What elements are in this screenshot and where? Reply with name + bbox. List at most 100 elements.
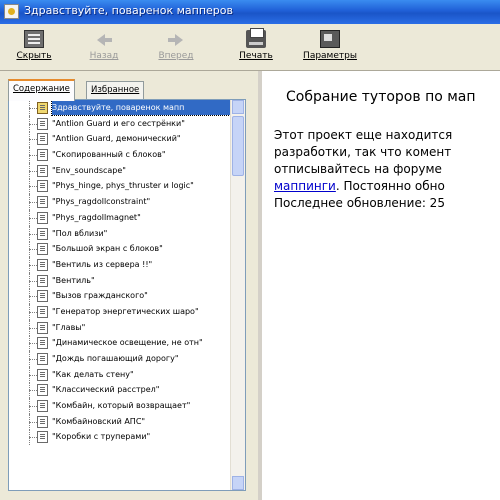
help-topic-page-icon (37, 243, 48, 256)
printer-icon (246, 28, 266, 48)
help-topic-page-icon (37, 321, 48, 334)
help-topic-page-icon (37, 400, 48, 413)
topic-body: Этот проект еще находится разработки, та… (274, 127, 500, 212)
forward-label: Вперед (158, 51, 194, 61)
tree-item-label: "Динамическое освещение, не отн" (52, 338, 203, 348)
help-topic-page-icon (37, 384, 48, 397)
forward-arrow-icon (166, 30, 186, 48)
tree-item[interactable]: "Вентиль" (9, 272, 233, 289)
tree-item[interactable]: "Antlion Guard, демонический" (9, 131, 233, 148)
help-topic-page-icon (37, 431, 48, 444)
tree-item-label: "Phys_hinge, phys_thruster и logic" (52, 181, 194, 191)
hide-button[interactable]: Скрыть (6, 30, 62, 68)
help-topic-page-icon (37, 180, 48, 193)
topic-pane: Собрание туторов по мап Этот проект еще … (262, 71, 500, 500)
tree-item[interactable]: "Вентиль из сервера !!" (9, 256, 233, 273)
tree-list: Здравствуйте, поваренок мапп "Antlion Gua… (9, 100, 233, 446)
tree-item-label: "Комбайн, который возвращает" (52, 401, 191, 411)
tree-item-label: "Вентиль из сервера !!" (52, 259, 153, 269)
tree-item-label: "Комбайновский АПС" (52, 416, 146, 426)
tree-item-label: "Phys_ragdollmagnet" (52, 212, 141, 222)
help-topic-page-icon (37, 149, 48, 162)
back-label: Назад (89, 51, 119, 61)
tree-item-label: "Классический расстрел" (52, 385, 160, 395)
print-label: Печать (239, 51, 273, 61)
help-topic-page-icon (37, 415, 48, 428)
tree-item[interactable]: "Cкопированный с блоков" (9, 147, 233, 164)
scroll-down-arrow[interactable] (232, 476, 244, 490)
tree-item[interactable]: "Комбайн, который возвращает" (9, 398, 233, 415)
tree-item[interactable]: "Как делать стену" (9, 366, 233, 383)
navigation-pane: Содержание Избранное Здравствуйте, повар… (0, 71, 258, 500)
window-title: Здравствуйте, поваренок мапперов (24, 4, 233, 17)
tree-item-label: "Cкопированный с блоков" (52, 150, 166, 160)
tree-item[interactable]: "Большой экран с блоков" (9, 241, 233, 258)
tree-item[interactable]: "Дождь погашающий дорогу" (9, 351, 233, 367)
help-app-icon (4, 4, 19, 19)
back-button[interactable]: Назад (76, 30, 132, 68)
tree-item-label: "Генератор энергетических шаро" (52, 306, 199, 316)
help-topic-page-icon (37, 274, 48, 287)
help-topic-page-icon (37, 117, 48, 130)
topic-line-3: отписывайтесь на форуме (274, 162, 442, 176)
tree-item[interactable]: "Пол вблизи" (9, 225, 233, 242)
tree-item-label: "Env_soundscape" (52, 165, 126, 175)
tree-item-label: "Как делать стену" (52, 369, 134, 379)
tree-item[interactable]: "Вызов гражданского" (9, 288, 233, 305)
forward-button[interactable]: Вперед (148, 30, 204, 68)
scroll-thumb[interactable] (232, 116, 244, 176)
contents-tree[interactable]: Здравствуйте, поваренок мапп "Antlion Gua… (8, 99, 246, 491)
forum-link[interactable]: маппинги (274, 179, 336, 193)
tree-item-selected[interactable]: Здравствуйте, поваренок мапп (9, 100, 233, 116)
help-topic-home-icon (37, 102, 48, 114)
tree-item-label: "Большой экран с блоков" (52, 244, 163, 254)
tree-item[interactable]: "Phys_ragdollmagnet" (9, 209, 233, 226)
tree-item[interactable]: "Динамическое освещение, не отн" (9, 335, 233, 352)
help-topic-page-icon (37, 290, 48, 303)
options-label: Параметры (303, 51, 357, 61)
tree-item-label: "Вызов гражданского" (52, 291, 148, 301)
tree-item[interactable]: "Генератор энергетических шаро" (9, 303, 233, 320)
options-icon (320, 30, 340, 48)
help-topic-page-icon (37, 368, 48, 381)
tab-favorites[interactable]: Избранное (86, 81, 145, 99)
tree-item[interactable]: "Phys_hinge, phys_thruster и logic" (9, 178, 233, 195)
tree-item[interactable]: "Классический расстрел" (9, 382, 233, 399)
print-button[interactable]: Печать (228, 28, 284, 68)
tree-item-label: "Главы" (52, 322, 86, 332)
help-topic-page-icon (37, 258, 48, 271)
tree-scrollbar[interactable] (230, 100, 245, 490)
options-button[interactable]: Параметры (302, 30, 358, 68)
scroll-up-arrow[interactable] (232, 100, 244, 114)
help-topic-page-icon (37, 353, 48, 365)
help-topic-page-icon (37, 227, 48, 240)
tree-item-label: "Пол вблизи" (52, 228, 108, 238)
back-arrow-icon (94, 30, 114, 48)
help-topic-page-icon (37, 164, 48, 177)
tree-item-label: "Phys_ragdollconstraint" (52, 197, 151, 207)
tree-item[interactable]: "Phys_ragdollconstraint" (9, 194, 233, 211)
title-bar[interactable]: Здравствуйте, поваренок мапперов (0, 0, 500, 24)
topic-line-4: маппинги. Постоянно обно (274, 178, 500, 195)
tree-item[interactable]: "Комбайновский АПС" (9, 413, 233, 430)
topic-line-1: Этот проект еще находится (274, 128, 453, 142)
nav-tabs: Содержание Избранное (8, 79, 258, 101)
tree-item[interactable]: "Antlion Guard и его сестрёнки" (9, 115, 233, 132)
hide-label: Скрыть (16, 51, 52, 61)
tree-item[interactable]: "Главы" (9, 319, 233, 336)
help-topic-page-icon (37, 305, 48, 318)
tree-item-label: "Дождь погашающий дорогу" (52, 354, 179, 363)
tree-item-label: "Коробки с труперами" (52, 432, 151, 442)
toolbar: Скрыть Назад Вперед Печать Параметры (0, 24, 500, 71)
tree-item[interactable]: "Env_soundscape" (9, 162, 233, 179)
help-topic-page-icon (37, 133, 48, 146)
tree-item-label: "Antlion Guard и его сестрёнки" (52, 118, 185, 128)
tab-contents[interactable]: Содержание (8, 79, 75, 101)
topic-line-2: разработки, так что комент (274, 145, 452, 159)
help-topic-page-icon (37, 211, 48, 224)
help-topic-page-icon (37, 196, 48, 209)
tree-item[interactable]: "Коробки с труперами" (9, 429, 233, 446)
tree-item-label: "Antlion Guard, демонический" (52, 134, 181, 144)
tree-item-label: Здравствуйте, поваренок мапп (51, 100, 233, 116)
topic-heading: Собрание туторов по мап (286, 89, 476, 105)
